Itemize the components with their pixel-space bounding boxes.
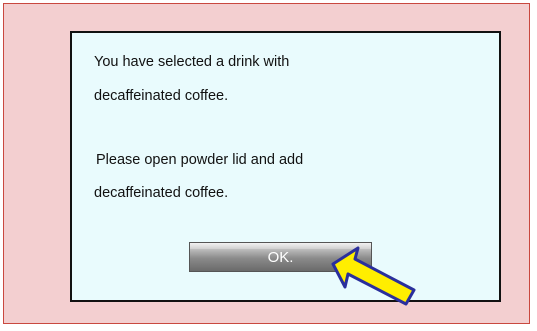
message-line-1: You have selected a drink with [94,54,290,70]
screen-background: You have selected a drink with decaffein… [3,3,530,324]
ok-button-label: OK. [267,249,294,266]
message-line-2: decaffeinated coffee. [94,88,229,104]
message-line-3: Please open powder lid and add [96,152,304,168]
message-line-4: decaffeinated coffee. [94,185,229,201]
decaf-notice-dialog: You have selected a drink with decaffein… [70,31,501,306]
arrow-pointer-icon [331,246,416,306]
